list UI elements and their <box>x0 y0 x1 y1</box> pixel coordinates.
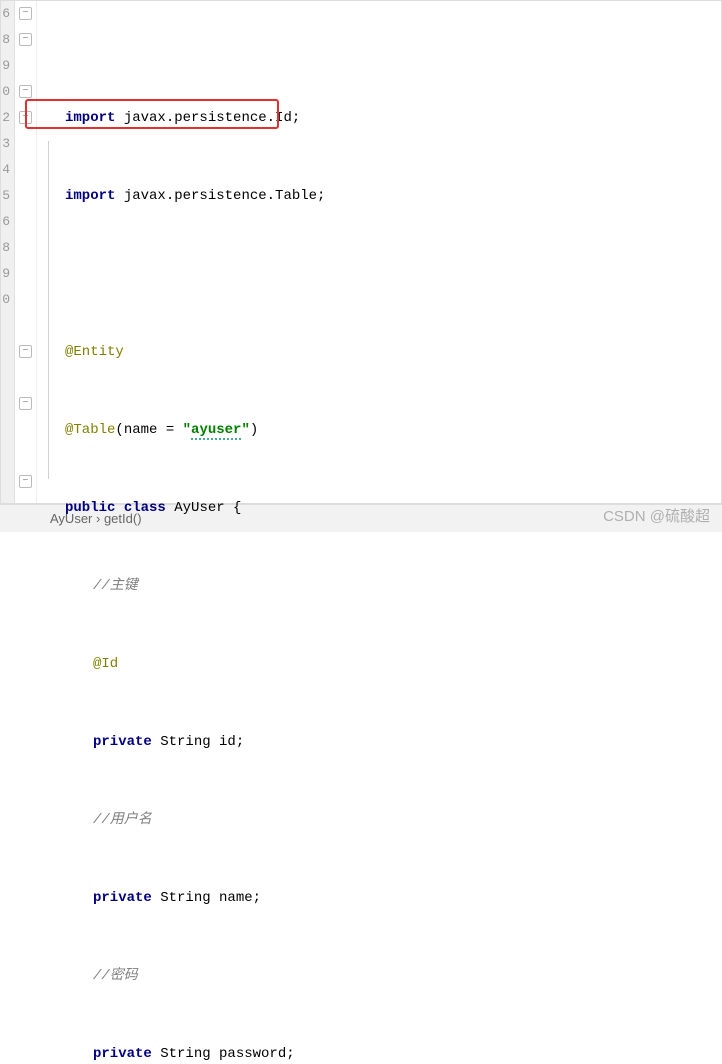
code-line[interactable]: import javax.persistence.Id; <box>61 105 721 131</box>
comment: //密码 <box>93 968 138 984</box>
code-line[interactable]: public class AyUser { <box>61 495 721 521</box>
line-num: 9 <box>1 261 10 287</box>
comment: //主键 <box>93 578 138 594</box>
brace-guide <box>48 141 49 479</box>
code-line[interactable]: @Id <box>61 651 721 677</box>
code-editor[interactable]: 6 8 9 0 2 3 4 5 6 8 9 0 − − − − − − − im… <box>0 0 722 504</box>
code-line[interactable]: private String id; <box>61 729 721 755</box>
code-line[interactable]: //主键 <box>61 573 721 599</box>
keyword: public <box>65 500 115 516</box>
string: ayuser <box>191 422 241 440</box>
line-num: 0 <box>1 287 10 313</box>
code-line[interactable]: private String name; <box>61 885 721 911</box>
keyword: private <box>93 1046 152 1062</box>
keyword: import <box>65 110 115 126</box>
line-num: 3 <box>1 131 10 157</box>
line-num: 0 <box>1 79 10 105</box>
annotation: @Id <box>93 656 118 672</box>
code-text: ) <box>250 422 258 438</box>
code-text: AyUser { <box>166 500 242 516</box>
line-num: 8 <box>1 27 10 53</box>
code-text: javax.persistence.Id; <box>115 110 300 126</box>
brace-guide-gutter <box>37 1 61 503</box>
line-num: 4 <box>1 157 10 183</box>
fold-toggle-icon[interactable]: − <box>19 345 32 358</box>
code-line[interactable] <box>61 261 721 287</box>
code-line[interactable]: import javax.persistence.Table; <box>61 183 721 209</box>
line-num: 6 <box>1 1 10 27</box>
code-text: javax.persistence.Table; <box>115 188 325 204</box>
fold-toggle-icon[interactable]: − <box>19 33 32 46</box>
keyword: private <box>93 890 152 906</box>
code-text: String password; <box>152 1046 295 1062</box>
code-line[interactable]: @Entity <box>61 339 721 365</box>
string: " <box>241 422 249 438</box>
keyword: private <box>93 734 152 750</box>
fold-toggle-icon[interactable]: − <box>19 475 32 488</box>
code-line[interactable]: private String password; <box>61 1041 721 1064</box>
string: " <box>183 422 191 438</box>
fold-toggle-icon[interactable]: − <box>19 397 32 410</box>
fold-gutter: − − − − − − − <box>15 1 37 503</box>
line-num: 2 <box>1 105 10 131</box>
annotation: @Table <box>65 422 115 438</box>
code-text: String id; <box>152 734 244 750</box>
fold-toggle-icon[interactable]: − <box>19 85 32 98</box>
code-line[interactable]: @Table(name = "ayuser") <box>61 417 721 443</box>
code-line[interactable]: //用户名 <box>61 807 721 833</box>
line-num: 6 <box>1 209 10 235</box>
annotation: @Entity <box>65 344 124 360</box>
code-area[interactable]: import javax.persistence.Id; import java… <box>61 1 721 503</box>
line-num: 9 <box>1 53 10 79</box>
line-number-gutter: 6 8 9 0 2 3 4 5 6 8 9 0 <box>1 1 15 503</box>
line-num: 5 <box>1 183 10 209</box>
fold-toggle-icon[interactable]: − <box>19 7 32 20</box>
code-text: String name; <box>152 890 261 906</box>
fold-toggle-icon[interactable]: − <box>19 111 32 124</box>
code-line[interactable]: //密码 <box>61 963 721 989</box>
keyword: class <box>115 500 165 516</box>
code-text: (name = <box>115 422 182 438</box>
line-num: 8 <box>1 235 10 261</box>
keyword: import <box>65 188 115 204</box>
comment: //用户名 <box>93 812 152 828</box>
